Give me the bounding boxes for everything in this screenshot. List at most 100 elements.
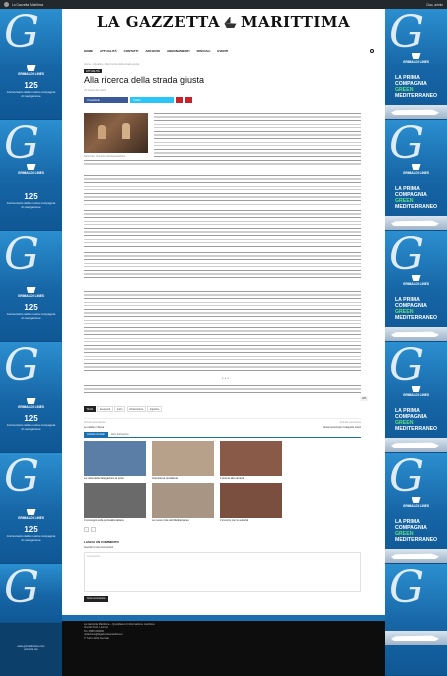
ad-brand-logo: GRIMALDI LINES bbox=[0, 65, 62, 76]
wordpress-icon[interactable] bbox=[4, 2, 9, 7]
ad-grimaldi-anniversary[interactable]: G bbox=[0, 564, 62, 623]
photo-caption: Nella foto: l'incontro dell'associazione bbox=[84, 155, 126, 158]
footer-line: © Tutti i diritti riservati bbox=[84, 636, 109, 640]
ad-brand-logo: GRIMALDI LINES bbox=[0, 164, 62, 175]
tag-item[interactable]: porto bbox=[114, 406, 126, 413]
prev-label: Articolo precedente bbox=[84, 421, 106, 424]
breadcrumb[interactable]: Home › Attualità › Alla ricerca della st… bbox=[84, 63, 139, 66]
prev-next-nav: Articolo precedente Le notizie in breve … bbox=[84, 418, 361, 429]
site-title-part2[interactable]: MARITTIMA bbox=[241, 13, 350, 31]
related-caption[interactable]: Il premio alla carriera bbox=[220, 477, 282, 480]
related-caption[interactable]: Il convegno sulla portualità italiana bbox=[84, 519, 146, 522]
ad-grimaldi-anniversary[interactable]: G GRIMALDI LINES 125 Anniversario della … bbox=[0, 9, 62, 120]
related-item[interactable]: Il premio alla carriera bbox=[220, 441, 282, 480]
share-whatsapp-button[interactable] bbox=[185, 97, 192, 103]
ad-logo-g: G bbox=[389, 120, 425, 169]
grimaldi-icon bbox=[411, 497, 421, 503]
prev-article-link[interactable]: Articolo precedente Le notizie in breve bbox=[84, 421, 361, 429]
ad-grimaldi-green[interactable]: G bbox=[385, 564, 447, 676]
related-thumbnail[interactable] bbox=[220, 441, 282, 476]
tag-item[interactable]: assoporti bbox=[97, 406, 113, 413]
related-thumbnail[interactable] bbox=[84, 441, 146, 476]
tab-author[interactable]: Altro dell'autore bbox=[108, 432, 132, 437]
related-item[interactable]: Intervista al presidente bbox=[152, 441, 214, 480]
ad-grimaldi-green[interactable]: G GRIMALDI LINES LA PRIMA COMPAGNIA GREEN M… bbox=[385, 9, 447, 120]
pager-prev-button[interactable]: ‹ bbox=[84, 527, 89, 532]
comment-textarea[interactable]: Commento: bbox=[84, 552, 361, 592]
grimaldi-icon bbox=[411, 275, 421, 281]
nav-item[interactable]: ATTUALITÀ bbox=[100, 49, 117, 53]
ad-grimaldi-anniversary[interactable]: G GRIMALDI LINES 125 Anniversario della … bbox=[0, 231, 62, 342]
search-icon[interactable] bbox=[370, 49, 374, 53]
related-thumbnail[interactable] bbox=[84, 483, 146, 518]
pager-next-button[interactable]: › bbox=[90, 527, 96, 532]
nav-item[interactable]: ARCHIVIO bbox=[145, 49, 160, 53]
ad-grimaldi-green[interactable]: G GRIMALDI LINES 125 Anniversario della … bbox=[0, 120, 62, 231]
ad-grimaldi-green[interactable]: G GRIMALDI LINES LA PRIMA COMPAGNIA GREEN M… bbox=[385, 453, 447, 564]
tab-related[interactable]: Articoli correlati bbox=[84, 432, 108, 437]
ship-image bbox=[385, 216, 447, 230]
related-caption[interactable]: La visita della delegazione al porto bbox=[84, 477, 146, 480]
nav-item[interactable]: HOME bbox=[84, 49, 93, 53]
share-buttons: f Facebook Twitter bbox=[84, 97, 192, 103]
share-twitter-button[interactable]: Twitter bbox=[130, 97, 174, 103]
ship-image bbox=[385, 631, 447, 645]
ad-logo-g: G bbox=[389, 342, 425, 391]
related-caption[interactable]: Intervista al presidente bbox=[152, 477, 214, 480]
related-item[interactable]: L'incontro con le autorità bbox=[220, 483, 282, 522]
related-caption[interactable]: L'incontro con le autorità bbox=[220, 519, 282, 522]
share-facebook-button[interactable]: f Facebook bbox=[84, 97, 128, 103]
article-paragraph bbox=[84, 385, 361, 393]
ad-logo-g: G bbox=[4, 564, 40, 613]
nav-item[interactable]: EVENTI bbox=[217, 49, 228, 53]
next-label: Articolo successivo bbox=[339, 421, 361, 424]
grimaldi-icon bbox=[26, 287, 36, 293]
next-article-link[interactable]: Articolo successivo Nuovi servizi per il… bbox=[323, 421, 361, 429]
ad-grimaldi-green[interactable]: G GRIMALDI LINES LA PRIMA COMPAGNIA GREEN M… bbox=[385, 120, 447, 231]
ship-image bbox=[385, 549, 447, 563]
article-date: 23 Settembre 2022 bbox=[84, 89, 107, 92]
category-tag[interactable]: ATTUALITÀ bbox=[84, 69, 102, 74]
tag-item[interactable]: infrastrutture bbox=[126, 406, 146, 413]
related-thumbnail[interactable] bbox=[220, 483, 282, 518]
ad-grimaldi-anniversary[interactable]: G GRIMALDI LINES 125 Anniversario della … bbox=[0, 342, 62, 453]
ad-tagline: Anniversario della nostra compagnia di n… bbox=[6, 534, 56, 542]
nav-item[interactable]: ABBONAMENTI bbox=[167, 49, 190, 53]
article-photo[interactable] bbox=[84, 113, 148, 153]
ad-logo-g: G bbox=[389, 231, 425, 280]
ad-grimaldi-anniversary[interactable]: G GRIMALDI LINES 125 Anniversario della … bbox=[0, 453, 62, 564]
main-nav: HOME ATTUALITÀ CONTATTI ARCHIVIO ABBONAM… bbox=[84, 47, 374, 55]
related-caption[interactable]: Le nuove rotte del Mediterraneo bbox=[152, 519, 214, 522]
ad-logo-g: G bbox=[4, 231, 40, 280]
related-item[interactable]: La visita della delegazione al porto bbox=[84, 441, 146, 480]
right-side-banner[interactable]: G GRIMALDI LINES LA PRIMA COMPAGNIA GREEN M… bbox=[385, 9, 447, 676]
related-thumbnail[interactable] bbox=[152, 441, 214, 476]
grimaldi-icon bbox=[411, 53, 421, 59]
related-thumbnail[interactable] bbox=[152, 483, 214, 518]
topbar-site-link[interactable]: La Gazzetta Marittima bbox=[12, 3, 43, 7]
nav-item[interactable]: SPECIALI bbox=[197, 49, 211, 53]
nav-item[interactable]: CONTATTI bbox=[124, 49, 139, 53]
submit-comment-button[interactable]: Invia commento bbox=[84, 596, 109, 602]
topbar-account-link[interactable]: Ciao, admin bbox=[426, 3, 443, 7]
ad-footer[interactable]: www.grimaldi-lines.com prenota ora bbox=[0, 623, 62, 676]
left-side-banner[interactable]: G GRIMALDI LINES 125 Anniversario della … bbox=[0, 9, 62, 676]
footer-bar bbox=[62, 615, 385, 621]
ad-grimaldi-green[interactable]: G GRIMALDI LINES LA PRIMA COMPAGNIA GREEN M… bbox=[385, 342, 447, 453]
tag-item[interactable]: logistica bbox=[147, 406, 162, 413]
site-masthead[interactable]: LA GAZZETTA MARITTIMA bbox=[62, 13, 385, 31]
next-title[interactable]: Nuovi servizi per il trasporto merci bbox=[323, 426, 361, 429]
prev-title[interactable]: Le notizie in breve bbox=[84, 426, 361, 429]
ad-logo-g: G bbox=[389, 9, 425, 58]
ship-image bbox=[385, 105, 447, 119]
related-item[interactable]: Le nuove rotte del Mediterraneo bbox=[152, 483, 214, 522]
share-pinterest-button[interactable] bbox=[176, 97, 183, 103]
site-footer: La Gazzetta Marittima – Quotidiano di in… bbox=[62, 615, 385, 676]
ad-number: 125 bbox=[24, 303, 38, 312]
ad-brand-logo: GRIMALDI LINES bbox=[0, 287, 62, 298]
ad-grimaldi-green[interactable]: G GRIMALDI LINES LA PRIMA COMPAGNIA GREEN M… bbox=[385, 231, 447, 342]
comment-heading: LASCIA UN COMMENTO bbox=[84, 540, 119, 544]
grimaldi-icon bbox=[26, 509, 36, 515]
site-title-part1[interactable]: LA GAZZETTA bbox=[97, 13, 220, 31]
related-item[interactable]: Il convegno sulla portualità italiana bbox=[84, 483, 146, 522]
